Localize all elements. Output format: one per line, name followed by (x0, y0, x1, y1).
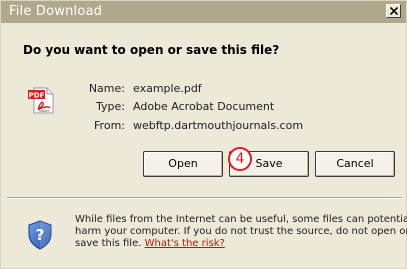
file-type-label: Type: (96, 100, 125, 113)
svg-text:?: ? (36, 226, 45, 244)
file-source-value: webftp.dartmouthjournals.com (133, 119, 304, 132)
close-button[interactable] (386, 4, 401, 18)
shield-question-icon: ? (27, 220, 53, 250)
file-name-row: Name: example.pdf (1, 81, 401, 97)
warning-line-3: save this file. What's the risk? (75, 238, 397, 250)
warning-line-1: While files from the Internet can be use… (75, 214, 407, 225)
divider-highlight (7, 198, 402, 199)
warning-line-3-text: save this file. (75, 238, 142, 249)
window-title: File Download (9, 4, 103, 19)
file-name-label: Name: (88, 82, 125, 95)
file-source-label: From: (94, 119, 125, 132)
file-type-value: Adobe Acrobat Document (133, 100, 275, 113)
file-name-value: example.pdf (133, 82, 202, 95)
title-bar[interactable]: File Download (1, 1, 406, 23)
file-download-dialog: File Download Do you want to open or sav… (0, 0, 407, 269)
cancel-button[interactable]: Cancel (315, 151, 395, 177)
security-warning: While files from the Internet can be use… (75, 214, 407, 250)
open-button[interactable]: Open (143, 151, 223, 177)
file-type-row: Type: Adobe Acrobat Document (1, 99, 401, 115)
file-source-row: From: webftp.dartmouthjournals.com (1, 118, 401, 134)
whats-the-risk-link[interactable]: What's the risk? (145, 238, 225, 249)
close-icon (390, 7, 398, 15)
warning-line-2: harm your computer. If you do not trust … (75, 226, 407, 237)
step-marker: 4 (228, 147, 252, 171)
dialog-question: Do you want to open or save this file? (23, 43, 280, 57)
